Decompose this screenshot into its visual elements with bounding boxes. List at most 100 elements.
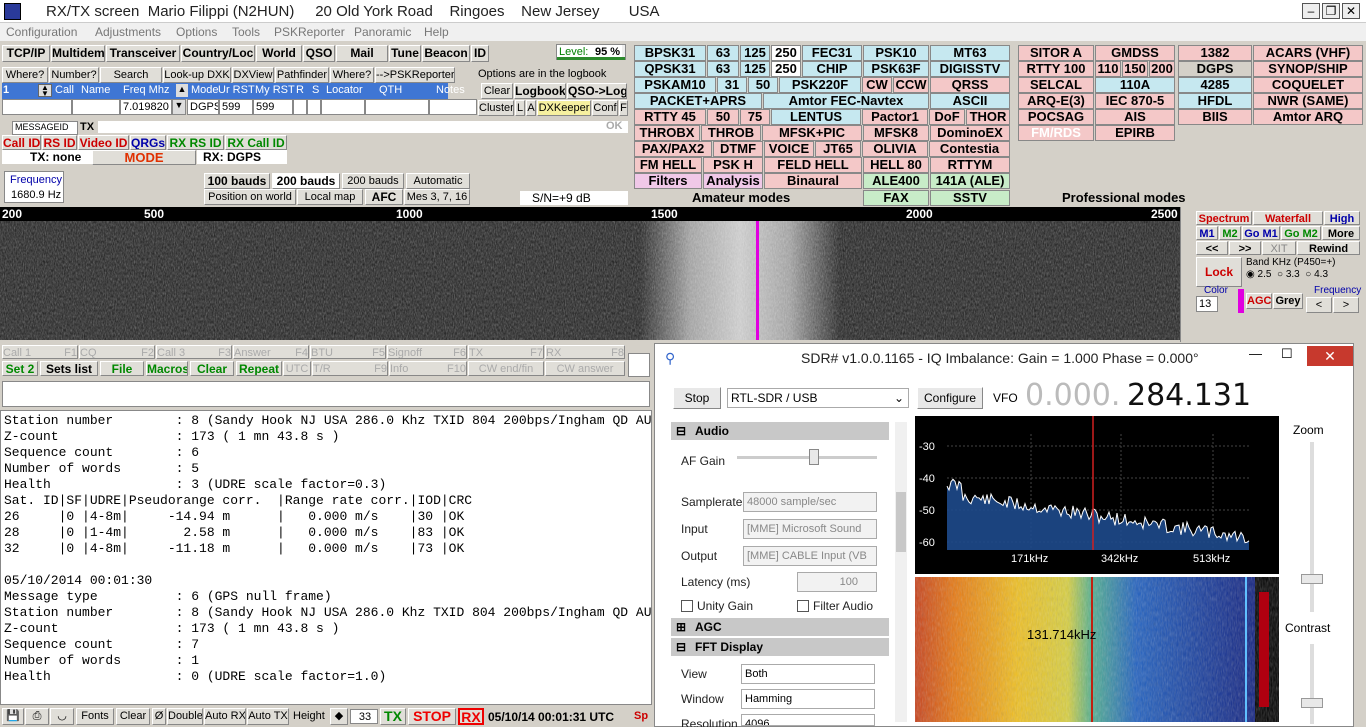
qso-log-button[interactable]: QSO->Log bbox=[567, 83, 627, 99]
mode-mfsk8[interactable]: MFSK8 bbox=[863, 125, 929, 141]
country-loc-button[interactable]: Country/Loc bbox=[181, 45, 255, 62]
mode-epirb[interactable]: EPIRB bbox=[1095, 125, 1175, 141]
tune-button[interactable]: Tune bbox=[389, 45, 421, 62]
call-field[interactable] bbox=[2, 99, 72, 115]
menu-tools[interactable]: Tools bbox=[232, 25, 260, 39]
file-button[interactable]: File bbox=[100, 361, 144, 376]
utc-button[interactable]: UTC bbox=[283, 361, 311, 376]
f-button[interactable]: F bbox=[619, 100, 628, 116]
high-button[interactable]: High bbox=[1324, 211, 1360, 225]
mode-chip[interactable]: CHIP bbox=[802, 61, 862, 77]
message-id-tab[interactable]: MESSAGEID bbox=[12, 121, 78, 135]
transceiver-button[interactable]: Transceiver bbox=[106, 45, 180, 62]
mode-rtty75[interactable]: 75 bbox=[740, 109, 770, 125]
band-radio-3-3[interactable]: ○ 3.3 bbox=[1277, 269, 1300, 280]
print-icon[interactable]: ⎙ bbox=[25, 708, 49, 725]
mode-pskam31[interactable]: 31 bbox=[717, 77, 747, 93]
output-select[interactable]: [MME] CABLE Input (VB bbox=[743, 546, 877, 566]
name-field[interactable] bbox=[72, 99, 120, 115]
clear-macro-button[interactable]: Clear bbox=[190, 361, 234, 376]
stop-button[interactable]: STOP bbox=[408, 708, 456, 725]
panel-scrollbar[interactable] bbox=[895, 422, 907, 722]
mode-mt63[interactable]: MT63 bbox=[930, 45, 1010, 61]
mode-ale400[interactable]: ALE400 bbox=[863, 173, 929, 189]
mode-throbx[interactable]: THROBX bbox=[634, 125, 700, 141]
panel-scroll-thumb[interactable] bbox=[896, 492, 906, 552]
mode-fec31[interactable]: FEC31 bbox=[802, 45, 862, 61]
mode-rtty100[interactable]: RTTY 100 bbox=[1018, 61, 1094, 77]
logbook-button[interactable]: Logbook bbox=[514, 83, 566, 99]
auto-rx-button[interactable]: Auto RX bbox=[204, 708, 246, 725]
rx-call-id-button[interactable]: RX Call ID bbox=[225, 135, 287, 150]
mode-rtty110[interactable]: 110 bbox=[1095, 61, 1121, 77]
mode-olivia[interactable]: OLIVIA bbox=[862, 141, 928, 157]
mode-141a-ale[interactable]: 141A (ALE) bbox=[930, 173, 1010, 189]
qso-button[interactable]: QSO bbox=[303, 45, 335, 62]
mode-feld-hell[interactable]: FELD HELL bbox=[764, 157, 862, 173]
mode-fm-hell[interactable]: FM HELL bbox=[634, 157, 702, 173]
mode-arq-e3[interactable]: ARQ-E(3) bbox=[1018, 93, 1094, 109]
l-button[interactable]: L bbox=[515, 100, 525, 116]
mode-ascii[interactable]: ASCII bbox=[930, 93, 1010, 109]
menu-panoramic[interactable]: Panoramic bbox=[354, 25, 411, 39]
macro-cq[interactable]: CQ F2 bbox=[79, 345, 155, 359]
go-m2-button[interactable]: Go M2 bbox=[1281, 226, 1321, 240]
rx-text-window[interactable]: Station number : 8 (Sandy Hook NJ USA 28… bbox=[0, 410, 652, 705]
band-radio-4-3[interactable]: ○ 4.3 bbox=[1305, 269, 1328, 280]
sdr-stop-button[interactable]: Stop bbox=[673, 387, 721, 409]
tx-input[interactable] bbox=[98, 121, 628, 133]
macro-call1[interactable]: Call 1 F1 bbox=[2, 345, 78, 359]
search-button[interactable]: Search bbox=[100, 67, 162, 83]
mode-amtor-arq[interactable]: Amtor ARQ bbox=[1253, 109, 1363, 125]
macro-btu[interactable]: BTU F5 bbox=[310, 345, 386, 359]
ur-rst-field[interactable]: 599 bbox=[219, 99, 253, 115]
mail-button[interactable]: Mail bbox=[336, 45, 388, 62]
mode-coquelet[interactable]: COQUELET bbox=[1253, 77, 1363, 93]
mode-sstv[interactable]: SSTV bbox=[930, 190, 1010, 206]
mode-4285[interactable]: 4285 bbox=[1178, 77, 1252, 93]
set2-button[interactable]: Set 2 bbox=[2, 361, 38, 376]
macros-button[interactable]: Macros bbox=[146, 361, 188, 376]
mode-ccw[interactable]: CCW bbox=[893, 77, 929, 93]
mode-synop-ship[interactable]: SYNOP/SHIP bbox=[1253, 61, 1363, 77]
app-icon[interactable] bbox=[4, 3, 21, 20]
rewind-button[interactable]: Rewind bbox=[1297, 241, 1360, 255]
fonts-button[interactable]: Fonts bbox=[76, 708, 114, 725]
mode-rtty45[interactable]: RTTY 45 bbox=[634, 109, 706, 125]
mode-pocsag[interactable]: POCSAG bbox=[1018, 109, 1094, 125]
xit-button[interactable]: XIT bbox=[1262, 241, 1296, 255]
mode-qpsk63[interactable]: 63 bbox=[707, 61, 739, 77]
multidem-button[interactable]: Multidem bbox=[51, 45, 105, 62]
mode-mfsk-pic[interactable]: MFSK+PIC bbox=[762, 125, 862, 141]
mode-pax[interactable]: PAX/PAX2 bbox=[634, 141, 712, 157]
afc-button[interactable]: AFC bbox=[365, 189, 403, 205]
mode-bpsk31[interactable]: BPSK31 bbox=[634, 45, 706, 61]
m2-button[interactable]: M2 bbox=[1219, 226, 1241, 240]
mode-acars[interactable]: ACARS (VHF) bbox=[1253, 45, 1363, 61]
height-spin-icon[interactable]: ◆ bbox=[330, 708, 348, 725]
configure-button[interactable]: Configure bbox=[917, 387, 983, 409]
dxview-button[interactable]: DXView bbox=[232, 67, 274, 83]
minimize-icon[interactable]: – bbox=[1302, 3, 1320, 19]
mode-selcal[interactable]: SELCAL bbox=[1018, 77, 1094, 93]
sdr-close-icon[interactable]: ✕ bbox=[1307, 346, 1353, 366]
mode-bpsk250[interactable]: 250 bbox=[771, 45, 801, 61]
mode-pskam50[interactable]: 50 bbox=[748, 77, 778, 93]
contrast-slider[interactable] bbox=[1301, 644, 1323, 724]
menu-configuration[interactable]: Configuration bbox=[6, 25, 77, 39]
agc-panel-header[interactable]: ⊞ AGC bbox=[671, 618, 889, 636]
zero-button[interactable]: Ø bbox=[152, 708, 166, 725]
device-select[interactable]: RTL-SDR / USB ⌄ bbox=[727, 388, 909, 408]
mode-1382[interactable]: 1382 bbox=[1178, 45, 1252, 61]
mode-psk-h[interactable]: PSK H bbox=[703, 157, 763, 173]
notes-field[interactable] bbox=[429, 99, 477, 115]
lookup-dxk-button[interactable]: Look-up DXK bbox=[163, 67, 231, 83]
mode-fax[interactable]: FAX bbox=[863, 190, 929, 206]
row-spinner[interactable]: ▲ ▼ bbox=[38, 84, 52, 98]
mode-dominoex[interactable]: DominoEX bbox=[930, 125, 1010, 141]
contrast-thumb[interactable] bbox=[1301, 698, 1323, 708]
clear-rx-button[interactable]: Clear bbox=[116, 708, 150, 725]
mode-throb[interactable]: THROB bbox=[701, 125, 761, 141]
s-field[interactable] bbox=[307, 99, 321, 115]
tcpip-button[interactable]: TCP/IP bbox=[2, 45, 50, 62]
